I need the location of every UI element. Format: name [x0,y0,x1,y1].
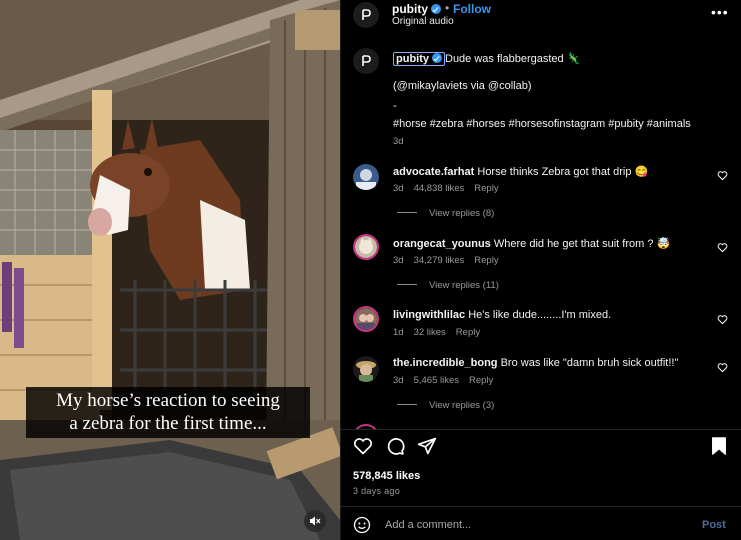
comment-meta: 3d 34,279 likes Reply [393,255,509,266]
post-header: pubity • Follow Original audio ••• [341,0,741,34]
commenter-avatar[interactable] [353,234,379,260]
avatar-image [355,236,377,258]
bookmark-icon[interactable] [710,436,728,456]
view-replies-button[interactable]: View replies (8) [397,208,494,219]
comment-line: advocate.farhat Horse thinks Zebra got t… [393,165,648,178]
caption-author-avatar[interactable] [353,48,379,74]
comment-time: 3d [393,183,404,194]
speaker-muted-icon [310,516,321,526]
comment-reply-button[interactable]: Reply [474,255,498,266]
action-bar [341,436,741,464]
comment-meta: 3d 5,465 likes Reply [393,375,503,386]
avatar-image [353,356,379,382]
pubity-logo-icon [362,9,371,20]
comment-item: advocate.farhat Horse thinks Zebra got t… [341,162,741,222]
mute-button[interactable] [304,510,326,532]
comment-text: Horse thinks Zebra got that drip 😋 [477,166,649,178]
video-caption-line-1: My horse’s reaction to seeing [56,390,280,411]
commenter-avatar[interactable] [353,356,379,382]
comment-username[interactable]: the.incredible_bong [393,357,498,369]
comment-item: the.incredible_bong Bro was like "damn b… [341,354,741,414]
composer-divider [341,506,741,507]
comment-username[interactable]: advocate.farhat [393,166,474,178]
avatar-image [353,164,379,190]
post-panel: pubity • Follow Original audio ••• pubit… [340,0,741,540]
author-avatar[interactable] [353,2,379,28]
comment-composer: Post [341,509,741,540]
original-audio-link[interactable]: Original audio [392,16,454,27]
commenter-avatar[interactable] [353,306,379,332]
comment-reply-button[interactable]: Reply [469,375,493,386]
likes-count[interactable]: 578,845 likes [353,470,420,482]
pubity-logo-icon [362,55,371,66]
post-video[interactable]: My horse’s reaction to seeing a zebra fo… [0,0,340,540]
comment-text: He's like dude........I'm mixed. [468,309,612,321]
caption-text: Dude was flabbergasted 🦎 [445,53,581,65]
verified-badge-icon [432,53,442,63]
comment-bubble-icon[interactable] [385,436,405,456]
comment-heart-icon[interactable] [717,170,728,181]
emoji-smile-icon[interactable] [353,516,371,534]
comment-meta: 1d 32 likes Reply [393,327,490,338]
verified-badge-icon [431,4,441,14]
header-separator: • [445,1,450,15]
post-caption-line: pubity Dude was flabbergasted 🦎 [393,52,581,66]
comment-item: orangecat_younus Where did he get that s… [341,234,741,294]
view-replies-button[interactable]: View replies (3) [397,400,494,411]
comment-time: 3d [393,375,404,386]
comment-text: Where did he get that suit from ? 🤯 [493,238,671,250]
comment-line: orangecat_younus Where did he get that s… [393,237,670,250]
view-replies-button[interactable]: View replies (11) [397,280,499,291]
comment-text: Bro was like "damn bruh sick outfit!!" [500,357,679,369]
avatar-image [355,308,377,330]
post-timestamp: 3 days ago [353,486,401,496]
caption-author-username[interactable]: pubity [393,52,445,66]
comment-meta: 3d 44,838 likes Reply [393,183,509,194]
commenter-avatar[interactable] [353,164,379,190]
header-username-text[interactable]: pubity [392,2,428,16]
video-caption: My horse’s reaction to seeing a zebra fo… [26,387,310,438]
comment-username[interactable]: livingwithlilac [393,309,465,321]
caption-time: 3d [393,136,404,147]
header-username[interactable]: pubity [392,2,441,16]
comment-username[interactable]: orangecat_younus [393,238,491,250]
comment-time: 3d [393,255,404,266]
comment-reply-button[interactable]: Reply [474,183,498,194]
comment-likes[interactable]: 34,279 likes [414,255,465,266]
video-caption-line-2: a zebra for the first time... [69,413,267,434]
heart-icon[interactable] [353,436,373,456]
comment-input[interactable] [385,516,685,534]
comment-likes[interactable]: 44,838 likes [414,183,465,194]
comment-likes[interactable]: 5,465 likes [414,375,459,386]
caption-hashtags[interactable]: #horse #zebra #horses #horsesofinstagram… [393,118,691,130]
comment-line: livingwithlilac He's like dude........I'… [393,309,611,321]
comment-time: 1d [393,327,404,338]
caption-author-text[interactable]: pubity [396,53,429,65]
comments-divider [341,429,741,430]
comment-heart-icon[interactable] [717,362,728,373]
follow-button[interactable]: Follow [453,2,491,16]
caption-dash: - [393,100,397,112]
caption-credit: (@mikaylaviets via @collab) [393,80,532,92]
comment-heart-icon[interactable] [717,314,728,325]
comment-line: the.incredible_bong Bro was like "damn b… [393,357,678,369]
comment-heart-icon[interactable] [717,242,728,253]
more-horizontal-icon[interactable]: ••• [711,4,729,20]
paper-plane-icon[interactable] [417,436,437,456]
post-comment-button[interactable]: Post [702,519,726,531]
comment-likes[interactable]: 32 likes [414,327,446,338]
comment-reply-button[interactable]: Reply [456,327,480,338]
video-frame-image [0,0,340,540]
